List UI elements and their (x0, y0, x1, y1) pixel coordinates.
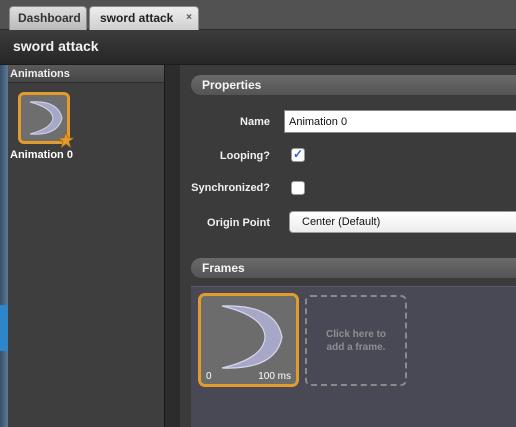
looping-checkbox[interactable]: ✓ (291, 147, 305, 162)
tab-bar: Dashboard sword attack × (0, 0, 516, 30)
properties-header: Properties (191, 75, 516, 95)
panel-splitter[interactable] (164, 65, 180, 427)
origin-point-label: Origin Point (207, 217, 270, 229)
tab-dashboard-label: Dashboard (18, 11, 81, 25)
page-title: sword attack (13, 38, 99, 54)
origin-point-value: Center (Default) (302, 216, 381, 228)
looping-label: Looping? (219, 150, 270, 162)
tab-sword-attack[interactable]: sword attack × (89, 6, 199, 30)
tab-sword-attack-label: sword attack (100, 11, 174, 25)
tab-dashboard[interactable]: Dashboard (9, 6, 87, 30)
checkmark-icon: ✓ (293, 147, 304, 161)
add-frame-label: Click here to add a frame. (325, 329, 387, 353)
background-window-edge (0, 65, 8, 427)
close-icon[interactable]: × (186, 7, 192, 29)
crescent-slash-icon (221, 305, 283, 369)
frame-duration: 100 ms (258, 371, 291, 382)
add-frame-button[interactable]: Click here to add a frame. (305, 295, 407, 386)
name-field[interactable] (284, 110, 516, 133)
animation-thumbnail (18, 92, 74, 148)
animation-item-label: Animation 0 (10, 149, 73, 161)
frame-item[interactable]: 0 100 ms (198, 293, 299, 387)
animations-panel: Animations Animation 0 (8, 65, 164, 427)
title-bar: sword attack (0, 30, 516, 65)
frames-header: Frames (191, 258, 516, 278)
synchronized-checkbox[interactable] (291, 181, 305, 195)
star-badge-icon (58, 132, 74, 148)
name-label: Name (240, 116, 270, 128)
synchronized-label: Synchronized? (191, 182, 270, 194)
frame-index: 0 (206, 371, 212, 382)
animations-header: Animations (8, 65, 164, 83)
origin-point-select[interactable]: Center (Default) (289, 211, 516, 233)
